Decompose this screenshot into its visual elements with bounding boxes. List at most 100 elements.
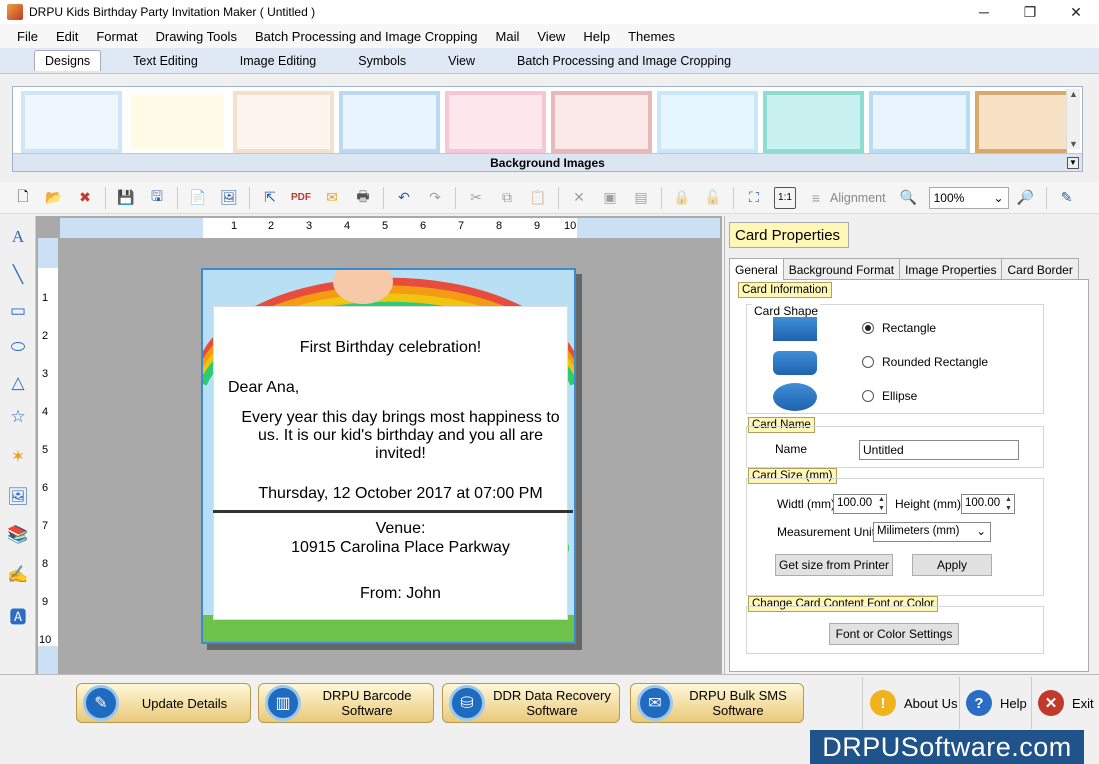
tab-batch-processing[interactable]: Batch Processing and Image Cropping: [507, 51, 741, 71]
tab-background-format[interactable]: Background Format: [782, 258, 901, 279]
cut-icon[interactable]: ✂: [465, 187, 487, 209]
rectangle-tool-icon[interactable]: ▭: [7, 300, 29, 322]
undo-icon[interactable]: ↶: [393, 187, 415, 209]
scroll-down-icon[interactable]: ▼: [1067, 139, 1080, 149]
font-color-settings-button[interactable]: Font or Color Settings: [829, 623, 959, 645]
background-thumbnail[interactable]: [339, 91, 440, 153]
text-tool-icon[interactable]: A: [7, 226, 29, 248]
bulk-sms-button[interactable]: ✉ DRPU Bulk SMS Software: [630, 683, 804, 723]
redo-icon[interactable]: ↷: [424, 187, 446, 209]
edit-note-icon[interactable]: ✎: [1056, 187, 1078, 209]
measurement-unit-select[interactable]: Milimeters (mm) ⌄: [873, 522, 991, 542]
triangle-tool-icon[interactable]: △: [7, 372, 29, 394]
background-thumbnail[interactable]: [551, 91, 652, 153]
tab-text-editing[interactable]: Text Editing: [123, 51, 208, 71]
unlock-icon[interactable]: 🔓: [702, 187, 724, 209]
menu-file[interactable]: File: [17, 29, 38, 44]
alignment-icon[interactable]: ≡: [805, 187, 827, 209]
background-thumbnail[interactable]: [445, 91, 546, 153]
menu-format[interactable]: Format: [96, 29, 137, 44]
restore-button[interactable]: ❐: [1007, 0, 1053, 24]
card-venue-label[interactable]: Venue:: [215, 520, 574, 538]
minimize-button[interactable]: ─: [961, 0, 1007, 24]
barcode-software-button[interactable]: ▥ DRPU Barcode Software: [258, 683, 434, 723]
open-icon[interactable]: 📂: [43, 187, 65, 209]
card-heading[interactable]: First Birthday celebration!: [214, 339, 567, 357]
menu-view[interactable]: View: [537, 29, 565, 44]
menu-mail[interactable]: Mail: [496, 29, 520, 44]
tab-view[interactable]: View: [438, 51, 485, 71]
card-date[interactable]: Thursday, 12 October 2017 at 07:00 PM: [224, 485, 574, 503]
menu-batch-processing[interactable]: Batch Processing and Image Cropping: [255, 29, 478, 44]
background-thumbnail[interactable]: [21, 91, 122, 153]
save-icon[interactable]: 💾: [115, 187, 137, 209]
zoom-select[interactable]: 100% ⌄: [928, 186, 1009, 209]
apply-button[interactable]: Apply: [912, 554, 992, 576]
tab-designs[interactable]: Designs: [34, 50, 102, 71]
save-as-icon[interactable]: 🖫: [146, 187, 168, 209]
properties-icon[interactable]: 📄: [187, 187, 209, 209]
about-us-button[interactable]: ! About Us: [870, 683, 957, 723]
copy-icon[interactable]: ⧉: [496, 187, 518, 209]
tab-card-border[interactable]: Card Border: [1001, 258, 1079, 279]
invitation-card[interactable]: First Birthday celebration! Dear Ana, Ev…: [201, 268, 576, 644]
print-icon[interactable]: 🖶: [352, 187, 374, 209]
export-icon[interactable]: ⇱: [259, 187, 281, 209]
symbol-tool-icon[interactable]: ✶: [7, 446, 29, 468]
gallery-expand-icon[interactable]: ▼: [1067, 157, 1079, 169]
get-size-from-printer-button[interactable]: Get size from Printer: [775, 554, 893, 576]
card-body-line[interactable]: invited!: [224, 445, 574, 463]
signature-tool-icon[interactable]: ✍: [7, 564, 29, 586]
close-file-icon[interactable]: ✖: [74, 187, 96, 209]
star-tool-icon[interactable]: ☆: [7, 406, 29, 428]
card-body-line[interactable]: Every year this day brings most happines…: [224, 409, 574, 427]
line-tool-icon[interactable]: ╲: [7, 264, 29, 286]
background-thumbnail[interactable]: [869, 91, 970, 153]
card-venue[interactable]: 10915 Carolina Place Parkway: [215, 539, 574, 557]
card-greeting[interactable]: Dear Ana,: [228, 379, 574, 397]
background-thumbnail[interactable]: [127, 91, 228, 153]
card-body-line[interactable]: us. It is our kid's birthday and you all…: [224, 427, 574, 445]
new-icon[interactable]: 🗋: [12, 187, 34, 209]
lock-icon[interactable]: 🔒: [671, 187, 693, 209]
help-button[interactable]: ? Help: [966, 683, 1027, 723]
delete-icon[interactable]: ✕: [568, 187, 590, 209]
zoom-in-icon[interactable]: 🔍: [898, 187, 920, 209]
actual-size-icon[interactable]: 1:1: [774, 186, 796, 209]
width-spinner-icon[interactable]: ▲ ▼: [878, 495, 885, 513]
menu-help[interactable]: Help: [583, 29, 610, 44]
tab-image-properties[interactable]: Image Properties: [899, 258, 1003, 279]
mail-icon[interactable]: ✉: [321, 187, 343, 209]
radio-rounded-rectangle[interactable]: Rounded Rectangle: [862, 355, 988, 369]
menu-edit[interactable]: Edit: [56, 29, 78, 44]
menu-themes[interactable]: Themes: [628, 29, 675, 44]
image-icon[interactable]: 🖼: [218, 187, 240, 209]
background-thumbnail[interactable]: [233, 91, 334, 153]
alignment-dropdown[interactable]: Alignment: [830, 191, 886, 205]
word-art-tool-icon[interactable]: 🅰: [7, 604, 29, 627]
scroll-up-icon[interactable]: ▲: [1067, 89, 1080, 99]
background-thumbnail[interactable]: [763, 91, 864, 153]
data-recovery-button[interactable]: ⛁ DDR Data Recovery Software: [442, 683, 620, 723]
library-tool-icon[interactable]: 📚: [7, 524, 29, 546]
ellipse-tool-icon[interactable]: ⬭: [7, 336, 29, 358]
zoom-out-icon[interactable]: 🔎: [1015, 187, 1037, 209]
background-thumbnail[interactable]: [975, 91, 1067, 153]
tab-image-editing[interactable]: Image Editing: [230, 51, 326, 71]
radio-rectangle[interactable]: Rectangle: [862, 321, 936, 335]
radio-ellipse[interactable]: Ellipse: [862, 389, 917, 403]
card-name-input[interactable]: Untitled: [859, 440, 1019, 460]
pdf-icon[interactable]: PDF: [290, 187, 312, 209]
background-thumbnail[interactable]: [657, 91, 758, 153]
menu-drawing-tools[interactable]: Drawing Tools: [156, 29, 237, 44]
tab-general[interactable]: General: [729, 258, 784, 281]
close-button[interactable]: ✕: [1053, 0, 1099, 24]
gallery-scrollbar[interactable]: ▲ ▼: [1066, 89, 1080, 149]
exit-button[interactable]: ✕ Exit: [1038, 683, 1094, 723]
image-tool-icon[interactable]: 🖼: [7, 486, 29, 508]
fit-to-window-icon[interactable]: ⛶: [743, 187, 765, 209]
height-spinner-icon[interactable]: ▲ ▼: [1005, 495, 1012, 513]
tab-symbols[interactable]: Symbols: [348, 51, 416, 71]
update-details-button[interactable]: ✎ Update Details: [76, 683, 251, 723]
bring-front-icon[interactable]: ▣: [599, 187, 621, 209]
